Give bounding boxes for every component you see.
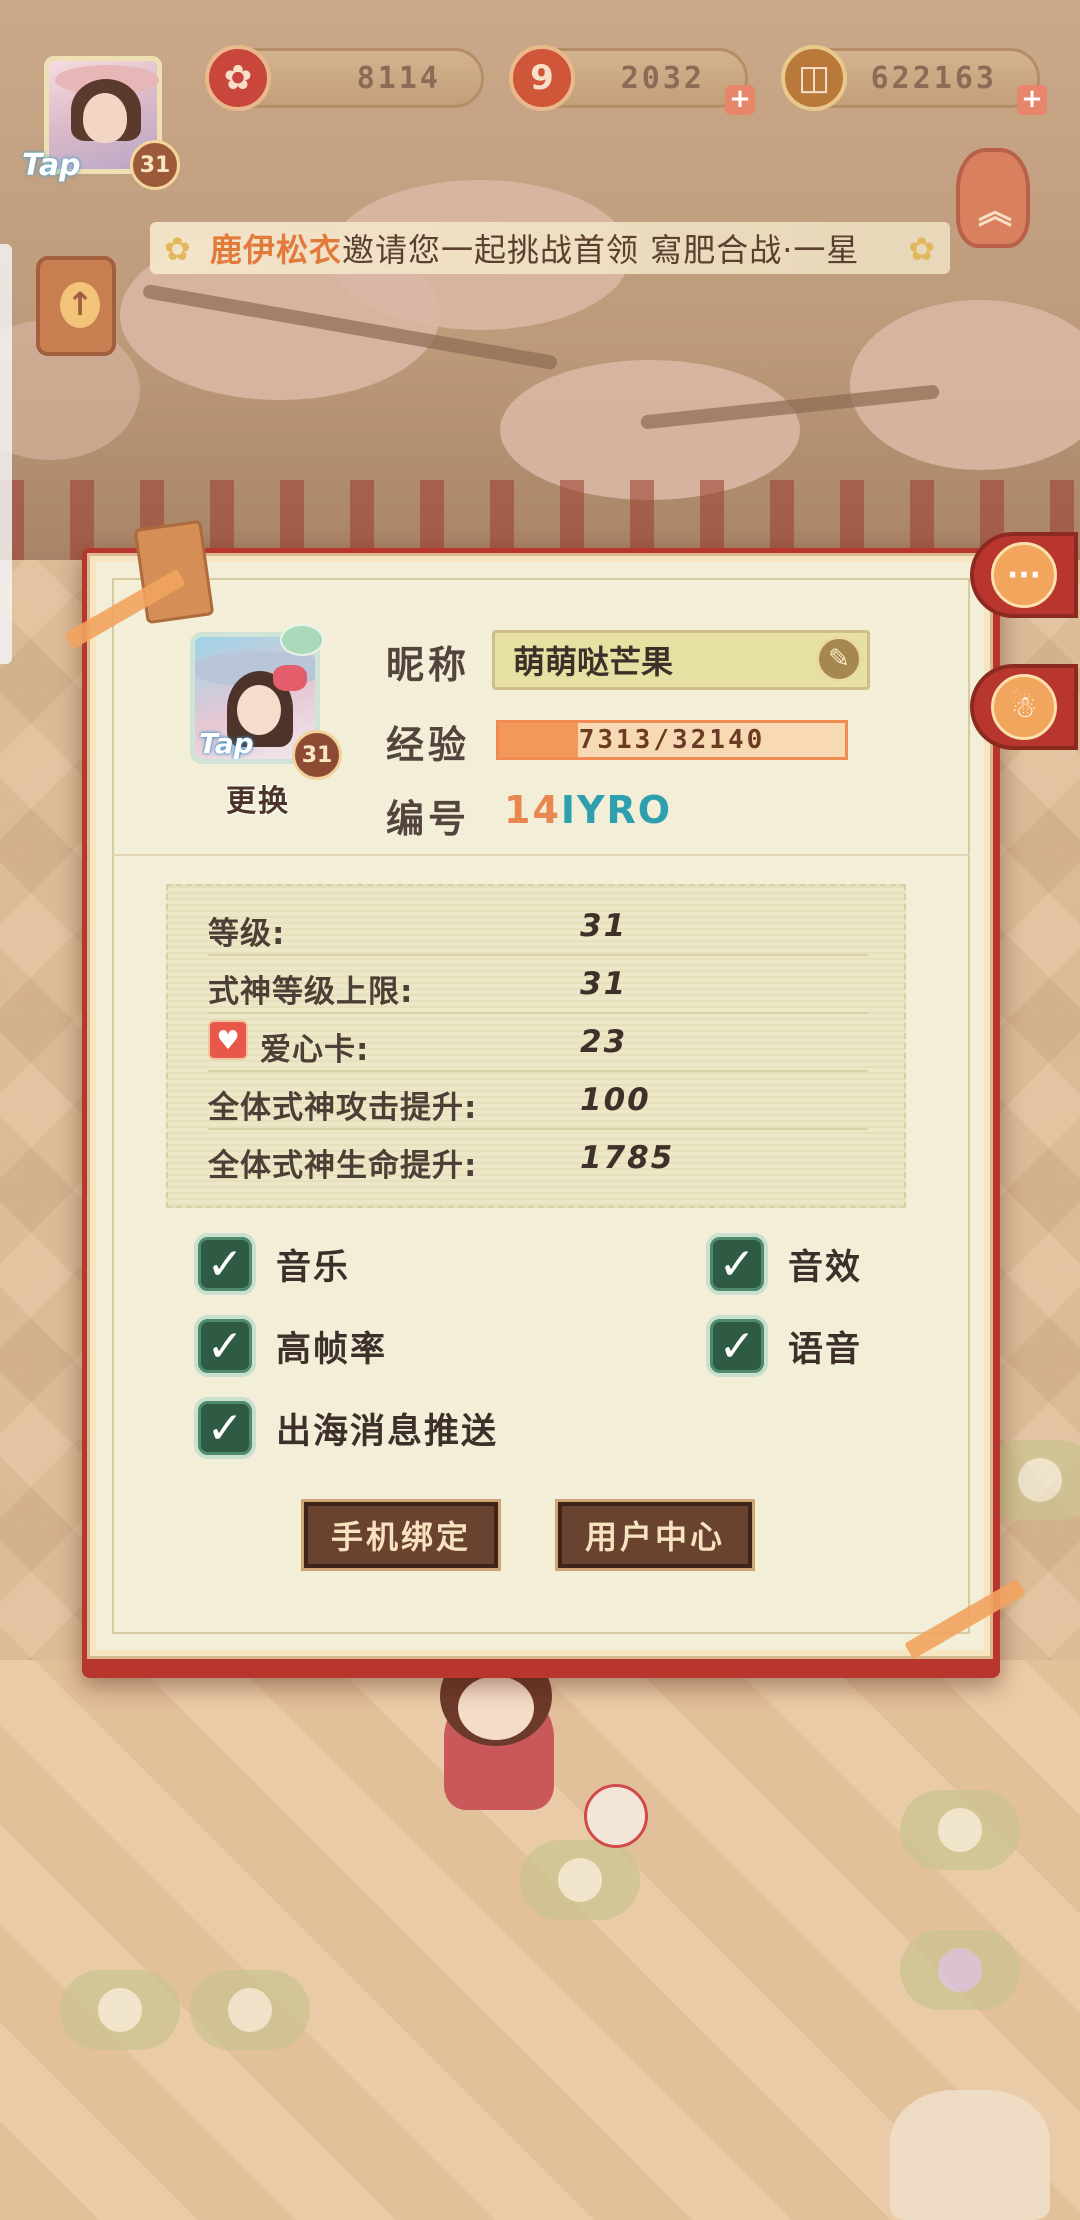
doll-icon: ☃: [991, 674, 1057, 740]
stat-label: 全体式神生命提升:: [208, 1148, 478, 1184]
voice-toggle[interactable]: ✓ 语音: [706, 1314, 862, 1378]
checkmark-icon[interactable]: ✓: [194, 1315, 256, 1377]
level-badge: 31: [130, 140, 180, 190]
exp-progress-bar: 7313/32140: [496, 720, 848, 760]
high-fps-label: 高帧率: [276, 1329, 388, 1370]
player-id-part1: 14: [504, 788, 561, 832]
add-coins-button[interactable]: +: [1017, 85, 1047, 115]
sfx-toggle[interactable]: ✓ 音效: [706, 1232, 862, 1296]
stamina-counter[interactable]: ✿ 8114: [205, 45, 484, 111]
stat-value: 31: [580, 966, 628, 1002]
exp-label: 经验: [386, 723, 471, 767]
checkmark-icon[interactable]: ✓: [194, 1233, 256, 1295]
change-avatar-button[interactable]: 更换: [226, 776, 290, 820]
stat-value: 31: [580, 908, 628, 944]
stat-row: 全体式神攻击提升: 100: [208, 1072, 868, 1130]
tap-logo: Tap: [199, 727, 254, 760]
flower-icon: ✿: [205, 45, 271, 111]
high-fps-toggle[interactable]: ✓ 高帧率: [194, 1314, 387, 1378]
character-face: [458, 1676, 534, 1740]
music-toggle[interactable]: ✓ 音乐: [194, 1232, 350, 1296]
stat-value: 23: [580, 1024, 628, 1060]
checkmark-icon[interactable]: ✓: [706, 1315, 768, 1377]
flower-icon: ✿: [908, 230, 936, 268]
stat-row: ♥ 爱心卡: 23: [208, 1014, 868, 1072]
edit-pencil-icon[interactable]: ✎: [816, 636, 862, 682]
chat-bubble-icon: ···: [991, 542, 1057, 608]
invite-text: 邀请您一起挑战首领 寫肥合战·一星: [342, 231, 860, 269]
nickname-field[interactable]: 萌萌哒芒果: [492, 630, 870, 690]
stat-label: 等级:: [208, 916, 286, 952]
stat-value: 100: [580, 1082, 651, 1118]
magatama-counter[interactable]: 9 2032 +: [509, 45, 755, 115]
music-label: 音乐: [276, 1247, 351, 1288]
stats-table: 等级: 31 式神等级上限: 31 ♥ 爱心卡: 23 全体式神攻击提升: 10…: [166, 884, 906, 1208]
flower-icon: ✿: [164, 230, 192, 268]
coin-value: 622163: [870, 61, 997, 96]
coin-icon: ◫: [781, 45, 847, 111]
bind-phone-button[interactable]: 手机绑定: [301, 1499, 501, 1571]
cloud-decoration: [500, 360, 800, 500]
corner-character[interactable]: [890, 2090, 1050, 2220]
flower-bush: [900, 1790, 1020, 1870]
exp-progress-text: 7313/32140: [578, 725, 766, 755]
sfx-label: 音效: [788, 1247, 863, 1288]
stat-label: 全体式神攻击提升:: [208, 1090, 478, 1126]
section-divider: [112, 854, 970, 856]
player-id-part2: IYRO: [560, 788, 673, 832]
flower-bush: [900, 1930, 1020, 2010]
coin-counter[interactable]: ◫ 622163 +: [781, 45, 1047, 115]
side-edge-handle[interactable]: [0, 244, 12, 664]
inviter-name: 鹿伊松衣: [210, 231, 343, 269]
stamina-value: 8114: [356, 61, 441, 96]
stat-value: 1785: [580, 1140, 675, 1176]
flower-bush: [60, 1970, 180, 2050]
stat-row: 式神等级上限: 31: [208, 956, 868, 1014]
player-avatar-button[interactable]: Tap 31: [22, 52, 180, 192]
magatama-icon: 9: [509, 45, 575, 111]
stat-row: 全体式神生命提升: 1785: [208, 1130, 868, 1188]
flower-bush: [190, 1970, 310, 2050]
doll-figure[interactable]: [584, 1784, 648, 1848]
id-label: 编号: [386, 797, 471, 841]
chat-tab[interactable]: ···: [970, 532, 1078, 618]
magatama-value: 2032: [620, 61, 705, 96]
user-center-button[interactable]: 用户中心: [555, 1499, 755, 1571]
checkmark-icon[interactable]: ✓: [706, 1233, 768, 1295]
leaf-decoration: [280, 624, 324, 656]
add-magatama-button[interactable]: +: [725, 85, 755, 115]
push-notification-toggle[interactable]: ✓ 出海消息推送: [194, 1396, 498, 1460]
bow-shape: [273, 665, 307, 691]
voice-label: 语音: [788, 1329, 863, 1370]
nickname-label: 昵称: [386, 643, 471, 687]
stat-label: 式神等级上限:: [208, 974, 414, 1010]
character-tab[interactable]: ☃: [970, 664, 1078, 750]
double-chevron-up-icon: ︽: [978, 192, 1012, 232]
tap-logo: Tap: [22, 148, 81, 183]
nickname-value: 萌萌哒芒果: [513, 643, 674, 681]
push-notification-label: 出海消息推送: [276, 1411, 499, 1452]
stat-label: 爱心卡:: [260, 1032, 370, 1068]
profile-level-badge: 31: [292, 730, 342, 780]
fish-scroll-up-button[interactable]: ︽: [956, 148, 1030, 248]
flower-bush: [520, 1840, 640, 1920]
lantern-up-button[interactable]: ↑: [36, 256, 116, 356]
stat-row: 等级: 31: [208, 898, 868, 956]
arrow-up-icon: ↑: [60, 282, 100, 328]
invite-banner[interactable]: ✿ 鹿伊松衣 邀请您一起挑战首领 寫肥合战·一星 ✿: [150, 222, 950, 274]
face-shape: [83, 93, 127, 143]
player-id: 14IYRO: [504, 788, 672, 832]
heart-icon: ♥: [208, 1020, 248, 1060]
checkmark-icon[interactable]: ✓: [194, 1397, 256, 1459]
